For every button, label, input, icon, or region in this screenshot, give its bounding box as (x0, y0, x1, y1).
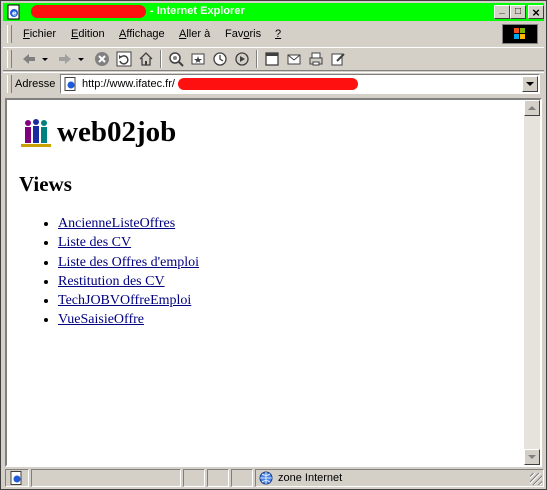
fullscreen-icon (265, 52, 279, 66)
maximize-button[interactable]: □ (510, 5, 526, 19)
status-text-panel (31, 469, 181, 487)
favorites-icon (191, 53, 205, 65)
home-icon (139, 52, 153, 66)
address-bar: Adresse http://www.ifatec.fr/ (3, 72, 544, 96)
toolbar-separator (256, 50, 258, 68)
fullscreen-button[interactable] (262, 50, 282, 68)
stop-button[interactable] (92, 50, 112, 68)
menu-fichier[interactable]: Fichier (23, 28, 56, 40)
status-zone-text: zone Internet (278, 472, 343, 484)
ie-page-icon: e (7, 4, 20, 20)
view-link[interactable]: AncienneListeOffres (58, 216, 175, 231)
list-item: Liste des CV (58, 233, 199, 252)
search-button[interactable] (166, 50, 186, 68)
edit-icon (331, 53, 345, 66)
address-input[interactable]: http://www.ifatec.fr/ (60, 74, 540, 94)
list-item: Restitution des CV (58, 272, 199, 291)
ie-page-icon (10, 471, 22, 485)
status-panel (207, 469, 229, 487)
address-label: Adresse (15, 78, 56, 90)
scroll-up-button[interactable] (524, 100, 540, 116)
status-bar: zone Internet (3, 468, 544, 488)
status-panel (231, 469, 253, 487)
address-url: http://www.ifatec.fr/ (82, 78, 175, 90)
scroll-down-button[interactable] (524, 449, 540, 465)
search-icon (169, 52, 184, 67)
forward-button[interactable] (55, 50, 87, 68)
people-icon (21, 118, 51, 147)
maximize-icon: □ (514, 6, 522, 17)
title-bar[interactable]: e - Internet Explorer _ □ × (3, 3, 544, 21)
browser-window: e - Internet Explorer _ □ × Fichier Edit… (0, 0, 547, 490)
minimize-icon: _ (499, 4, 505, 15)
page-heading-row: web02job (19, 116, 176, 149)
mail-icon (287, 54, 301, 65)
svg-text:e: e (12, 10, 17, 18)
menu-bar: Fichier Edition Affichage Aller à Favori… (3, 23, 544, 45)
back-button[interactable] (19, 50, 51, 68)
view-link[interactable]: TechJOBVOffreEmploi (58, 293, 191, 308)
print-button[interactable] (306, 50, 326, 68)
ie-page-icon (64, 77, 76, 91)
mail-button[interactable] (284, 50, 304, 68)
page-viewport: web02job Views AncienneListeOffres Liste… (5, 98, 542, 467)
menubar-grip[interactable] (7, 25, 12, 43)
window-title: - Internet Explorer (150, 5, 245, 17)
menu-edition[interactable]: Edition (71, 28, 105, 40)
print-icon (309, 52, 323, 66)
view-link[interactable]: Liste des Offres d'emploi (58, 255, 199, 270)
standard-toolbar (3, 47, 544, 71)
close-icon: × (532, 4, 540, 20)
list-item: VueSaisieOffre (58, 310, 199, 329)
addressbar-grip[interactable] (7, 75, 12, 93)
toolbar-separator (160, 50, 162, 68)
redacted-url (178, 78, 358, 90)
view-link[interactable]: VueSaisieOffre (58, 312, 144, 327)
resize-grip[interactable] (530, 473, 542, 485)
history-icon (213, 52, 227, 66)
list-item: TechJOBVOffreEmploi (58, 291, 199, 310)
history-button[interactable] (210, 50, 230, 68)
media-button[interactable] (232, 50, 252, 68)
refresh-icon (116, 51, 132, 67)
redacted-title (31, 5, 146, 18)
favorites-button[interactable] (188, 50, 208, 68)
section-title: Views (19, 172, 72, 196)
internet-zone-icon (259, 471, 273, 485)
views-list: AncienneListeOffres Liste des CV Liste d… (19, 214, 199, 330)
refresh-button[interactable] (114, 50, 134, 68)
status-page-panel (5, 469, 29, 487)
close-button[interactable]: × (528, 5, 544, 19)
home-button[interactable] (136, 50, 156, 68)
forward-icon (59, 54, 84, 64)
menu-affichage[interactable]: Affichage (119, 28, 165, 40)
menu-favoris[interactable]: Favoris (225, 28, 261, 40)
edit-button[interactable] (328, 50, 348, 68)
list-item: AncienneListeOffres (58, 214, 199, 233)
view-link[interactable]: Restitution des CV (58, 274, 165, 289)
page-title: web02job (57, 116, 177, 148)
address-dropdown-button[interactable] (522, 76, 538, 92)
stop-icon (95, 52, 109, 66)
page-body: web02job Views AncienneListeOffres Liste… (7, 100, 524, 465)
list-item: Liste des Offres d'emploi (58, 253, 199, 272)
vertical-scrollbar[interactable] (524, 100, 540, 465)
windows-logo-icon (502, 24, 538, 44)
view-link[interactable]: Liste des CV (58, 235, 131, 250)
status-zone-panel: zone Internet (255, 469, 544, 487)
toolbar-grip[interactable] (7, 50, 12, 68)
media-icon (235, 52, 249, 66)
menu-aller-a[interactable]: Aller à (179, 28, 210, 40)
minimize-button[interactable]: _ (494, 5, 510, 19)
menu-help[interactable]: ? (275, 28, 281, 40)
back-icon (23, 54, 48, 64)
status-panel (183, 469, 205, 487)
